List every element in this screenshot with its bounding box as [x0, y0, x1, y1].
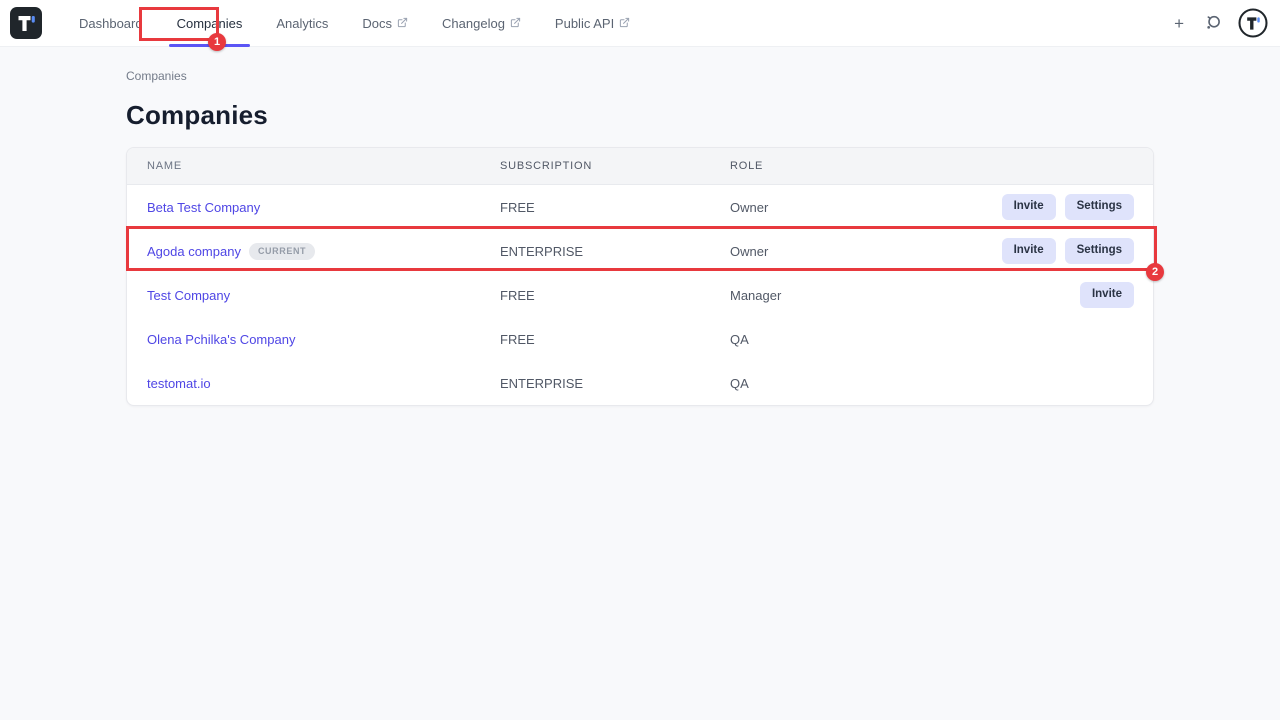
settings-button[interactable]: Settings	[1065, 238, 1134, 264]
table-row-current: Agoda company CURRENT ENTERPRISE Owner I…	[127, 229, 1153, 273]
role-cell: QA	[730, 332, 1134, 347]
active-tab-indicator	[169, 44, 251, 47]
nav-item-label: Changelog	[442, 16, 505, 31]
nav-item-changelog[interactable]: Changelog	[425, 0, 538, 47]
table-row: Beta Test Company FREE Owner Invite Sett…	[127, 185, 1153, 229]
role-cell: Owner	[730, 244, 1002, 259]
nav-item-label: Public API	[555, 16, 614, 31]
top-navigation-bar: Dashboard Companies Analytics Docs Chang…	[0, 0, 1280, 47]
topbar-actions: +	[1170, 8, 1268, 38]
table-row: testomat.io ENTERPRISE QA	[127, 361, 1153, 405]
company-link[interactable]: testomat.io	[147, 376, 211, 391]
row-actions: Invite Settings	[1002, 238, 1134, 264]
table-header-row: NAME SUBSCRIPTION ROLE	[127, 148, 1153, 185]
breadcrumb[interactable]: Companies	[126, 69, 1154, 83]
invite-button[interactable]: Invite	[1002, 238, 1056, 264]
role-cell: Manager	[730, 288, 1080, 303]
external-link-icon	[619, 17, 630, 28]
nav-item-label: Dashboard	[79, 16, 143, 31]
settings-button[interactable]: Settings	[1065, 194, 1134, 220]
page-title: Companies	[126, 100, 1154, 131]
column-header-name: NAME	[147, 160, 500, 172]
plus-icon: +	[1174, 14, 1184, 33]
invite-button[interactable]: Invite	[1080, 282, 1134, 308]
table-row: Test Company FREE Manager Invite	[127, 273, 1153, 317]
user-avatar[interactable]	[1238, 8, 1268, 38]
company-link[interactable]: Olena Pchilka's Company	[147, 332, 295, 347]
subscription-cell: FREE	[500, 288, 730, 303]
role-cell: QA	[730, 376, 1134, 391]
nav-item-label: Analytics	[276, 16, 328, 31]
support-button[interactable]	[1204, 14, 1222, 32]
avatar-logo-icon	[1238, 8, 1268, 38]
subscription-cell: FREE	[500, 200, 730, 215]
role-cell: Owner	[730, 200, 1002, 215]
invite-button[interactable]: Invite	[1002, 194, 1056, 220]
nav-item-analytics[interactable]: Analytics	[259, 0, 345, 47]
row-actions: Invite	[1080, 282, 1134, 308]
external-link-icon	[510, 17, 521, 28]
nav-item-label: Companies	[177, 16, 243, 31]
support-icon	[1204, 14, 1222, 32]
nav-item-docs[interactable]: Docs	[345, 0, 425, 47]
company-link[interactable]: Test Company	[147, 288, 230, 303]
subscription-cell: ENTERPRISE	[500, 244, 730, 259]
testomat-logo-icon	[10, 7, 42, 39]
table-row: Olena Pchilka's Company FREE QA	[127, 317, 1153, 361]
main-nav: Dashboard Companies Analytics Docs Chang…	[62, 0, 647, 47]
subscription-cell: FREE	[500, 332, 730, 347]
companies-table: NAME SUBSCRIPTION ROLE Beta Test Company…	[126, 147, 1154, 406]
subscription-cell: ENTERPRISE	[500, 376, 730, 391]
brand-logo[interactable]	[10, 7, 42, 39]
current-badge: CURRENT	[249, 243, 315, 260]
row-actions: Invite Settings	[1002, 194, 1134, 220]
main-content: Companies Companies NAME SUBSCRIPTION RO…	[0, 47, 1280, 406]
company-link[interactable]: Beta Test Company	[147, 200, 260, 215]
column-header-role: ROLE	[730, 160, 1134, 172]
create-new-button[interactable]: +	[1170, 11, 1188, 36]
breadcrumb-label: Companies	[126, 69, 187, 83]
nav-item-label: Docs	[362, 16, 392, 31]
company-link[interactable]: Agoda company	[147, 244, 241, 259]
external-link-icon	[397, 17, 408, 28]
nav-item-dashboard[interactable]: Dashboard	[62, 0, 160, 47]
nav-item-public-api[interactable]: Public API	[538, 0, 647, 47]
nav-item-companies[interactable]: Companies	[160, 0, 260, 47]
column-header-subscription: SUBSCRIPTION	[500, 160, 730, 172]
